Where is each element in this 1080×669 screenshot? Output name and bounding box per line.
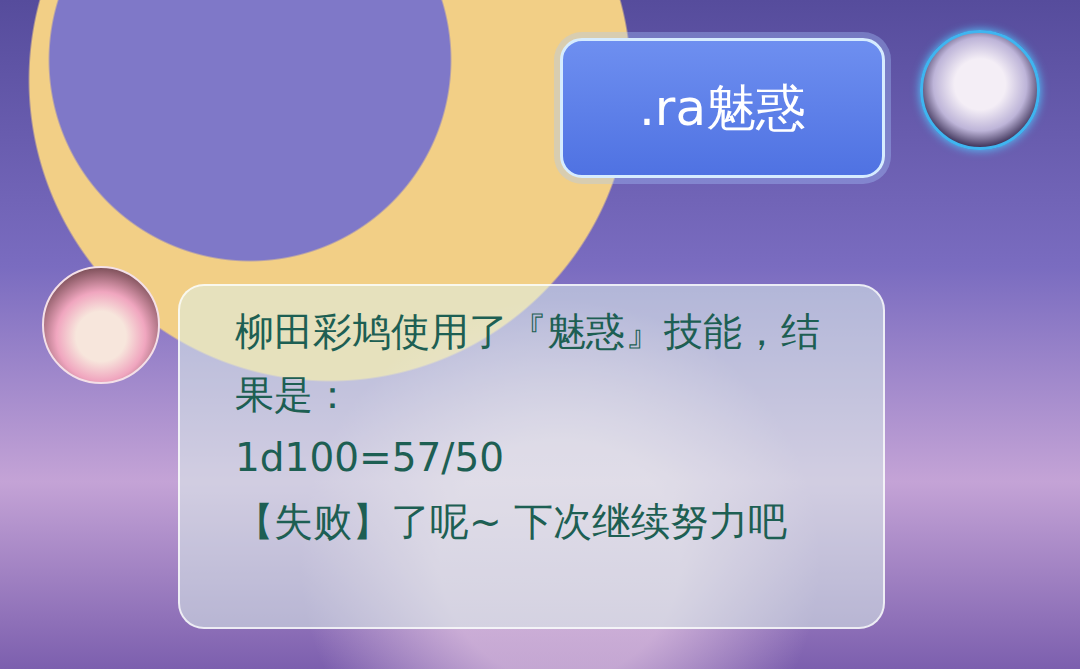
message-row: .ra魅惑 [42, 30, 1040, 178]
message-text: 柳田彩鸠使用了『魅惑』技能，结果是： [235, 300, 838, 426]
message-text: .ra魅惑 [639, 71, 806, 146]
message-text: 【失败】了呢~ 下次继续努力吧 [235, 490, 838, 553]
bot-avatar-icon[interactable] [42, 266, 160, 384]
message-bubble: 柳田彩鸠使用了『魅惑』技能，结果是：1d100=57/50【失败】了呢~ 下次继… [178, 284, 885, 629]
message-bubble: .ra魅惑 [560, 38, 885, 178]
chat-area: .ra魅惑柳田彩鸠使用了『魅惑』技能，结果是：1d100=57/50【失败】了呢… [0, 0, 1080, 649]
user-avatar-icon[interactable] [920, 30, 1040, 150]
message-text: 1d100=57/50 [235, 426, 838, 489]
message-row: 柳田彩鸠使用了『魅惑』技能，结果是：1d100=57/50【失败】了呢~ 下次继… [42, 266, 1040, 629]
